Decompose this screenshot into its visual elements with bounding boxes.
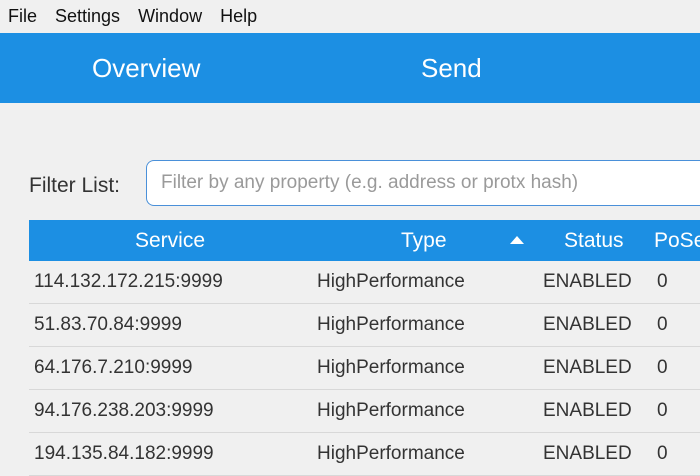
menu-bar: File Settings Window Help [0,0,700,33]
menu-settings[interactable]: Settings [55,0,120,33]
cell-pose: 0 [657,271,668,292]
cell-pose: 0 [657,357,668,378]
tab-overview[interactable]: Overview [92,33,200,103]
sort-ascending-icon [510,232,526,248]
tab-bar: Overview Send [0,33,700,103]
cell-status: ENABLED [543,271,632,292]
cell-service: 64.176.7.210:9999 [34,357,193,378]
cell-status: ENABLED [543,357,632,378]
table-header: Service Type Status PoSe [29,220,700,261]
filter-label: Filter List: [29,174,121,197]
menu-window[interactable]: Window [138,0,202,33]
cell-type: HighPerformance [317,271,465,292]
column-header-status[interactable]: Status [564,220,624,261]
cell-pose: 0 [657,314,668,335]
menu-help[interactable]: Help [220,0,257,33]
column-header-service[interactable]: Service [135,220,205,261]
filter-input[interactable] [146,160,700,206]
cell-status: ENABLED [543,400,632,421]
cell-service: 94.176.238.203:9999 [34,400,214,421]
cell-service: 114.132.172.215:9999 [34,271,223,292]
cell-type: HighPerformance [317,314,465,335]
cell-status: ENABLED [543,314,632,335]
column-header-pose[interactable]: PoSe [654,220,700,261]
table-row[interactable]: 114.132.172.215:9999 HighPerformance ENA… [29,261,700,304]
cell-type: HighPerformance [317,400,465,421]
tab-send[interactable]: Send [421,33,482,103]
table-row[interactable]: 194.135.84.182:9999 HighPerformance ENAB… [29,433,700,476]
table-row[interactable]: 94.176.238.203:9999 HighPerformance ENAB… [29,390,700,433]
cell-pose: 0 [657,400,668,421]
cell-type: HighPerformance [317,443,465,464]
menu-file[interactable]: File [8,0,37,33]
cell-pose: 0 [657,443,668,464]
cell-service: 51.83.70.84:9999 [34,314,182,335]
cell-service: 194.135.84.182:9999 [34,443,214,464]
column-header-type[interactable]: Type [401,220,447,261]
masternode-table: Service Type Status PoSe 114.132.172.215… [29,220,700,476]
cell-status: ENABLED [543,443,632,464]
cell-type: HighPerformance [317,357,465,378]
table-row[interactable]: 51.83.70.84:9999 HighPerformance ENABLED… [29,304,700,347]
table-row[interactable]: 64.176.7.210:9999 HighPerformance ENABLE… [29,347,700,390]
